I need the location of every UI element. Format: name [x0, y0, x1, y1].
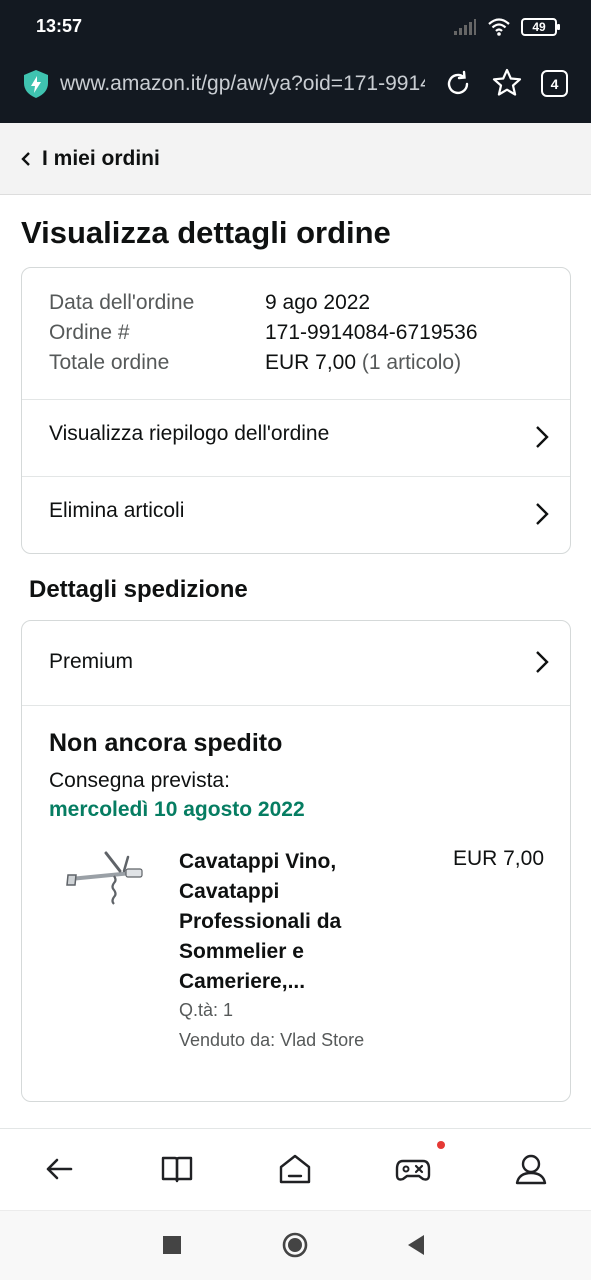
tabs-count-button[interactable]: 4 [541, 70, 568, 97]
shipment-status: Non ancora spedito [49, 729, 283, 757]
back-arrow-icon[interactable] [41, 1151, 77, 1187]
url-text[interactable]: www.amazon.it/gp/aw/ya?oid=171-9914084-6… [60, 72, 425, 96]
wifi-icon [488, 18, 510, 36]
order-date-label: Data dell'ordine [49, 291, 195, 314]
book-icon[interactable] [159, 1151, 195, 1187]
battery-icon: 49 [521, 18, 560, 36]
chevron-right-icon [536, 503, 549, 525]
product-title-line[interactable]: Cavatappi Vino, [179, 847, 409, 877]
delivery-date: mercoledì 10 agosto 2022 [49, 798, 305, 821]
page-title: Visualizza dettagli ordine [21, 215, 391, 250]
product-title[interactable]: Cavatappi Vino, Cavatappi Professionali … [179, 847, 409, 997]
product-image[interactable] [62, 849, 148, 909]
product-price: EUR 7,00 [452, 847, 544, 870]
home-icon[interactable] [277, 1151, 313, 1187]
order-info-card: Data dell'ordine 9 ago 2022 Ordine # 171… [21, 267, 571, 554]
order-total: EUR 7,00 (1 articolo) [265, 351, 461, 375]
tabs-count: 4 [550, 75, 559, 92]
delete-items-link[interactable]: Elimina articoli [22, 477, 570, 553]
product-title-line[interactable]: Sommelier e [179, 937, 409, 967]
status-bar: 13:57 49 [0, 0, 591, 54]
delivery-label: Consegna prevista: [49, 769, 230, 792]
product-quantity: Q.tà: 1 [179, 1000, 234, 1020]
order-summary-label[interactable]: Visualizza riepilogo dell'ordine [49, 422, 329, 446]
signal-icon [454, 19, 476, 35]
order-total-label: Totale ordine [49, 351, 170, 374]
browser-url-bar: www.amazon.it/gp/aw/ya?oid=171-9914084-6… [0, 54, 591, 123]
order-date-value: 9 ago 2022 [265, 291, 371, 314]
reload-icon[interactable] [444, 70, 472, 98]
order-items-count: (1 articolo) [361, 351, 462, 374]
recents-square-icon[interactable] [163, 1236, 181, 1254]
product-title-line[interactable]: Cameriere,... [179, 967, 409, 997]
chevron-right-icon [536, 426, 549, 448]
profile-icon[interactable] [513, 1151, 549, 1187]
bottom-nav [0, 1128, 591, 1210]
product-title-line[interactable]: Cavatappi [179, 877, 409, 907]
chevron-right-icon [536, 651, 549, 673]
shipping-method[interactable]: Premium [49, 650, 133, 674]
divider [22, 705, 570, 706]
shipping-method-row[interactable]: Premium [22, 621, 570, 705]
notification-dot [437, 1141, 445, 1149]
gamepad-icon[interactable] [395, 1151, 431, 1187]
product-title-line[interactable]: Professionali da [179, 907, 409, 937]
bookmark-star-icon[interactable] [492, 68, 522, 98]
breadcrumb-label[interactable]: I miei ordini [42, 147, 160, 171]
shipment-card: Premium Non ancora spedito Consegna prev… [21, 620, 571, 1102]
order-summary-link[interactable]: Visualizza riepilogo dell'ordine [22, 400, 570, 476]
status-icons: 49 [453, 16, 560, 38]
back-triangle-icon[interactable] [406, 1235, 426, 1255]
order-number-label: Ordine # [49, 321, 130, 344]
product-seller: Venduto da: Vlad Store [179, 1030, 365, 1050]
secure-shield-icon[interactable] [22, 69, 50, 99]
delete-items-label[interactable]: Elimina articoli [49, 499, 184, 523]
battery-level: 49 [532, 20, 546, 34]
order-number-value: 171-9914084-6719536 [265, 321, 478, 344]
shipment-section-title: Dettagli spedizione [29, 576, 248, 603]
breadcrumb[interactable]: I miei ordini [0, 123, 591, 195]
order-total-value: EUR 7,00 [265, 351, 357, 374]
system-nav [0, 1210, 591, 1280]
home-circle-icon[interactable] [282, 1232, 308, 1258]
chevron-left-icon [21, 152, 30, 166]
status-time: 13:57 [36, 16, 83, 36]
